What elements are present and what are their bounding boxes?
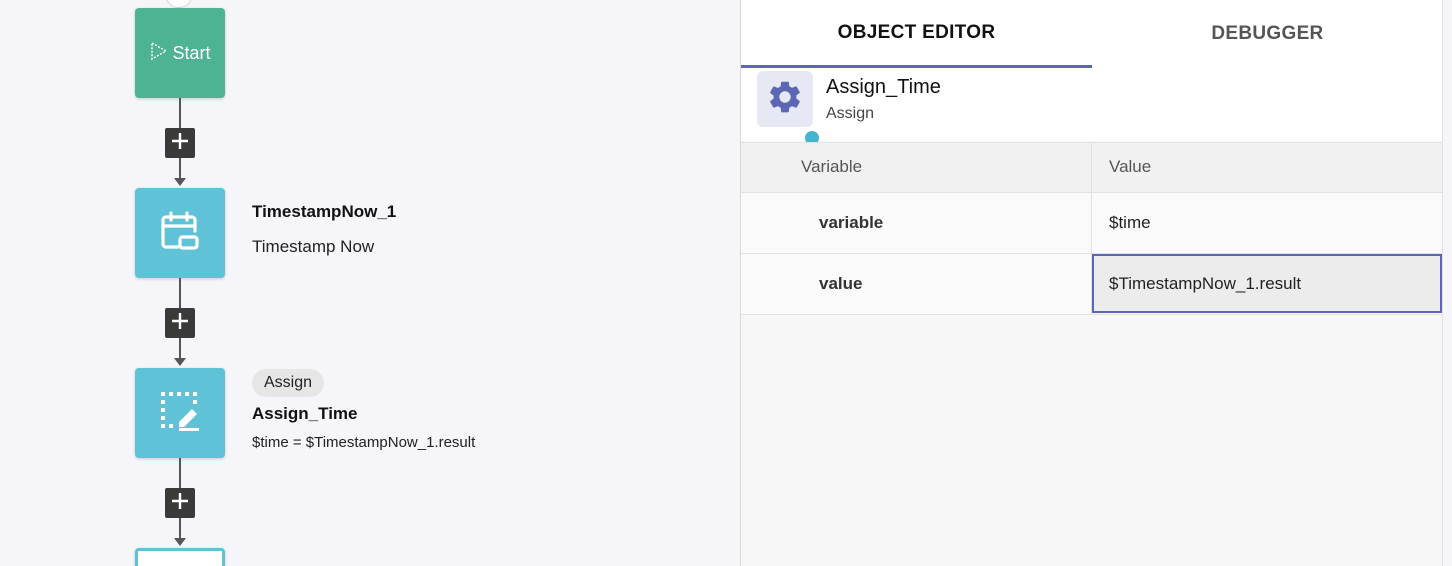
properties-table: Variable Value variable $time value $Tim… — [741, 142, 1443, 315]
node-title: Assign_Time — [252, 404, 358, 423]
row-key: value — [819, 274, 863, 293]
column-header-value: Value — [1109, 157, 1152, 176]
timestamp-node[interactable] — [135, 188, 225, 278]
row-value: $TimestampNow_1.result — [1109, 274, 1302, 293]
object-header: Assign_Time Assign — [741, 68, 1443, 145]
add-step-button[interactable] — [165, 128, 195, 158]
object-editor-panel: OBJECT EDITOR DEBUGGER Assign_Time Assig… — [740, 0, 1443, 566]
table-row[interactable]: variable $time — [741, 193, 1443, 254]
panel-tabs: OBJECT EDITOR DEBUGGER — [741, 0, 1443, 69]
assign-node[interactable] — [135, 368, 225, 458]
add-step-button[interactable] — [165, 488, 195, 518]
add-step-button[interactable] — [165, 308, 195, 338]
column-divider — [1091, 193, 1092, 253]
start-top-badge[interactable]: ⌐ — [165, 0, 193, 8]
tab-debugger[interactable]: DEBUGGER — [1092, 0, 1443, 68]
node-subtitle: Timestamp Now — [252, 237, 375, 256]
row-value-cell[interactable]: $time — [1109, 213, 1151, 233]
connector-arrow — [174, 178, 186, 186]
node-title: TimestampNow_1 — [252, 202, 397, 221]
connector-arrow — [174, 538, 186, 546]
plus-icon — [170, 131, 190, 156]
flow-canvas[interactable]: ⌐ Start TimestampNow_1 Timestamp — [0, 0, 740, 566]
object-icon-tile — [757, 71, 813, 127]
row-value-cell-selected[interactable]: $TimestampNow_1.result — [1092, 254, 1442, 313]
edit-select-icon — [155, 386, 205, 441]
tab-object-editor[interactable]: OBJECT EDITOR — [741, 0, 1092, 68]
gear-icon — [766, 78, 804, 121]
column-divider — [1091, 143, 1092, 192]
table-header: Variable Value — [741, 142, 1443, 193]
start-label: Start — [172, 42, 211, 63]
corner-bracket-icon: ⌐ — [174, 0, 180, 1]
plus-icon — [170, 311, 190, 336]
node-type-chip: Assign — [252, 369, 325, 397]
calendar-icon — [156, 207, 204, 260]
column-header-variable: Variable — [801, 157, 863, 176]
node-expression: $time = $TimestampNow_1.result — [252, 434, 476, 451]
object-type: Assign — [826, 105, 875, 122]
connector-arrow — [174, 358, 186, 366]
row-key: variable — [819, 213, 884, 232]
next-node[interactable] — [135, 548, 225, 566]
object-name: Assign_Time — [826, 76, 941, 98]
panel-scroll-edge — [1442, 0, 1452, 566]
start-node[interactable]: Start — [135, 8, 225, 98]
play-icon — [149, 41, 169, 66]
plus-icon — [170, 491, 190, 516]
table-row[interactable]: value $TimestampNow_1.result — [741, 254, 1443, 315]
